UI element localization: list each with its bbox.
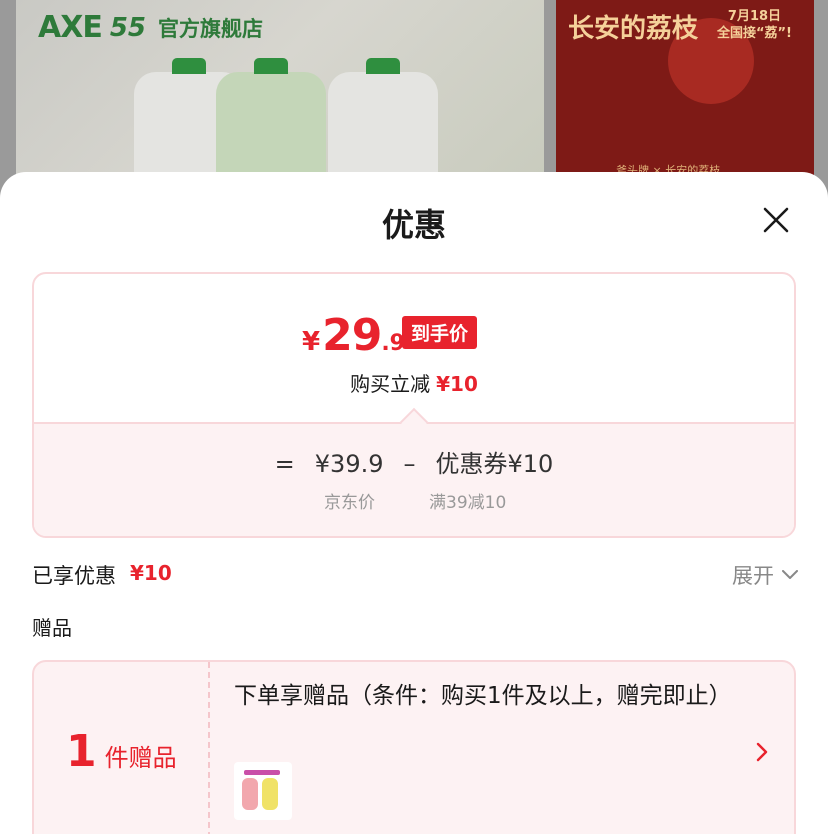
banner-date: 7月18日 全国接“荔”!: [717, 8, 792, 42]
price-breakdown-card: ¥ 29 .9 到手价 购买立减 ¥10 = ¥39.9– 优惠券¥10 京东价 满3…: [32, 272, 796, 538]
background-promo-banner: 长安的荔枝 7月18日 全国接“荔”! 斧头牌 × 长安的荔枝: [556, 0, 814, 200]
store-name: 官方旗舰店: [158, 16, 264, 41]
jd-price: ¥39.9: [314, 450, 384, 478]
coupon-condition: 满39减10: [429, 493, 507, 513]
instant-discount-line: 购买立减 ¥10: [34, 368, 794, 397]
enjoyed-discount-amount: ¥10: [130, 561, 172, 585]
gift-card[interactable]: 1 件赠品 下单享赠品（条件：购买1件及以上，赠完即止）: [32, 660, 796, 834]
banner-title: 长安的荔枝: [568, 14, 699, 44]
expand-label: 展开: [732, 564, 774, 588]
gift-thumbnail[interactable]: [234, 762, 292, 820]
final-price-integer: 29: [322, 310, 382, 361]
gifts-heading: 赠品: [32, 616, 72, 640]
formula-minus: –: [403, 450, 416, 478]
gift-count-panel: 1 件赠品: [34, 662, 210, 834]
expand-button[interactable]: 展开: [732, 560, 798, 590]
background-page: AXE 55 官方旗舰店 长安的荔枝 7月18日 全国接“荔”! 斧头牌 × 长…: [0, 0, 828, 200]
coupon-value: 优惠券¥10: [435, 450, 554, 478]
instant-discount-label: 购买立减: [350, 372, 431, 396]
price-formula: = ¥39.9– 优惠券¥10: [34, 444, 794, 479]
close-button[interactable]: [762, 206, 790, 234]
store-anniversary: 55: [109, 12, 147, 43]
gift-count-unit: 件赠品: [104, 744, 177, 772]
chevron-right-icon: [756, 742, 768, 762]
close-icon: [763, 207, 789, 233]
formula-equals: =: [274, 450, 295, 478]
enjoyed-discount-label: 已享优惠: [32, 564, 116, 588]
jd-price-label: 京东价: [324, 493, 375, 513]
price-formula-section: = ¥39.9– 优惠券¥10 京东价 满39减10: [34, 422, 794, 536]
currency-symbol: ¥: [302, 327, 321, 357]
sheet-title: 优惠: [381, 206, 446, 244]
store-brand: AXE: [38, 10, 103, 45]
chevron-down-icon: [782, 570, 798, 579]
gift-count-number: 1: [66, 726, 97, 777]
gift-count: 1 件赠品: [66, 726, 177, 777]
discount-sheet: 优惠 ¥ 29 .9 到手价 购买立减 ¥10 = ¥39.9– 优惠券¥10 京东价…: [0, 172, 828, 834]
final-price-tag: 到手价: [402, 316, 478, 349]
instant-discount-amount: ¥10: [436, 372, 478, 396]
gift-description: 下单享赠品（条件：购买1件及以上，赠完即止）: [234, 683, 732, 709]
banner-date-main: 7月18日: [727, 9, 782, 24]
banner-date-sub: 全国接“荔”!: [716, 26, 792, 41]
gift-arrow[interactable]: [756, 742, 768, 762]
enjoyed-discount-row: 已享优惠 ¥10 展开: [32, 560, 798, 590]
final-price-section: ¥ 29 .9 到手价 购买立减 ¥10: [34, 274, 794, 424]
store-logo: AXE 55 官方旗舰店: [38, 10, 263, 45]
final-price: ¥ 29 .9: [302, 310, 405, 361]
background-product-image: AXE 55 官方旗舰店: [16, 0, 544, 200]
